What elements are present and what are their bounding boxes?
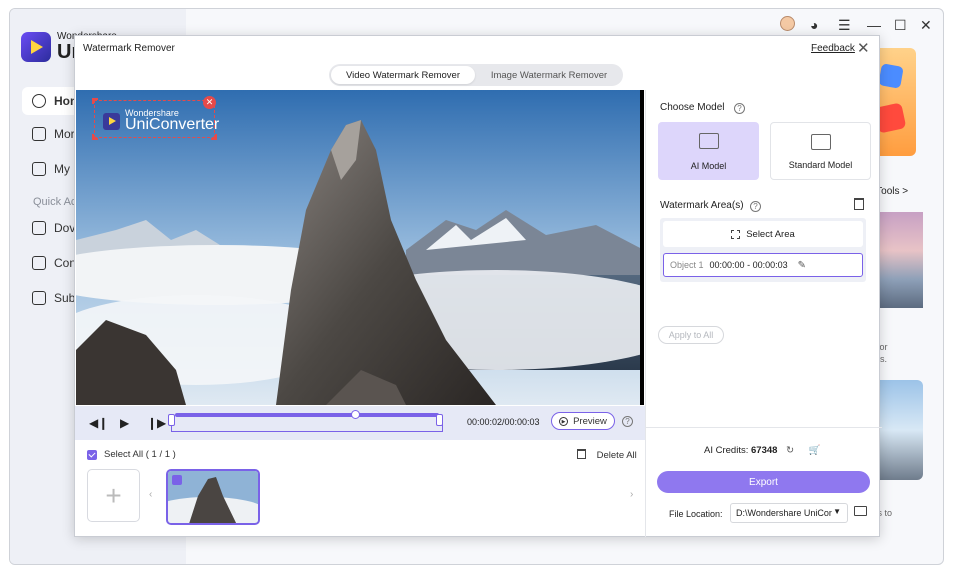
add-file-button[interactable]: +: [87, 469, 140, 522]
select-area-button[interactable]: Select Area: [663, 221, 863, 247]
sidebar-item-label: Mor: [54, 127, 75, 141]
divider: [646, 427, 882, 428]
watermark-remover-dialog: Watermark Remover Feedback ✕ Video Water…: [74, 35, 882, 537]
file-location-value: D:\Wondershare UniCor: [736, 508, 832, 518]
timeline-track[interactable]: [175, 410, 439, 419]
checkbox-checked-icon: [87, 449, 97, 460]
playhead[interactable]: [351, 410, 360, 419]
resize-handle[interactable]: [211, 134, 217, 140]
trim-range: [171, 420, 443, 432]
help-icon[interactable]: ?: [622, 416, 633, 427]
remove-selection-icon[interactable]: ✕: [203, 96, 216, 109]
help-icon[interactable]: ?: [734, 103, 745, 114]
toolbox-icon: [32, 127, 46, 141]
file-location-select[interactable]: D:\Wondershare UniCor ▼: [730, 503, 848, 523]
menu-icon[interactable]: ☰: [838, 17, 851, 34]
watermark-area-label: Watermark Area(s): [660, 200, 744, 211]
next-frame-icon[interactable]: ❙▶: [147, 416, 166, 430]
trim-start-handle[interactable]: [168, 414, 175, 426]
ai-model-option[interactable]: AI Model: [658, 122, 759, 180]
promo-blue-icon: [878, 63, 904, 89]
standard-model-label: Standard Model: [788, 160, 853, 170]
refresh-icon[interactable]: ↻: [786, 445, 794, 456]
ai-credits-value: 67348: [751, 445, 778, 456]
tab-image-watermark[interactable]: Image Watermark Remover: [477, 66, 621, 84]
file-icon: [32, 162, 46, 176]
chevron-down-icon: ▼: [833, 507, 841, 516]
object-label: Object 1: [670, 260, 704, 270]
preview-play-icon: ▶: [559, 416, 569, 426]
sidebar-item-label: Sub: [54, 291, 76, 305]
object-row[interactable]: Object 1 00:00:00 - 00:00:03 ✎: [663, 253, 863, 277]
cart-icon[interactable]: 🛒: [809, 445, 821, 456]
tab-video-watermark[interactable]: Video Watermark Remover: [331, 66, 475, 84]
export-button[interactable]: Export: [657, 471, 870, 493]
preview-button[interactable]: ▶ Preview: [551, 412, 615, 430]
resize-handle[interactable]: [92, 98, 98, 104]
select-area-icon: [731, 229, 741, 239]
sidebar-item-label: Dov: [54, 221, 76, 235]
trash-icon: [577, 449, 586, 459]
edit-icon[interactable]: ✎: [798, 260, 806, 271]
thumbnail-check-icon[interactable]: [172, 475, 182, 485]
watermark-selection-box[interactable]: Wondershare UniConverter ✕: [92, 96, 219, 140]
scroll-left-icon[interactable]: ‹: [149, 489, 152, 500]
file-thumbnail[interactable]: [166, 469, 260, 525]
sidebar-item-label: Con: [54, 256, 77, 270]
apply-to-all-button[interactable]: Apply to All: [658, 326, 724, 344]
watermark-logo-icon: [103, 113, 120, 130]
subtitle-icon: [32, 291, 46, 305]
trim-end-handle[interactable]: [436, 414, 443, 426]
delete-all-button[interactable]: Delete All: [577, 449, 637, 461]
scroll-right-icon[interactable]: ›: [630, 489, 633, 500]
timecode: 00:00:02/00:00:03: [467, 417, 540, 427]
select-all-label: Select All ( 1 / 1 ): [104, 449, 176, 460]
select-area-label: Select Area: [746, 228, 795, 240]
trash-icon[interactable]: [854, 198, 864, 210]
select-all-checkbox[interactable]: Select All ( 1 / 1 ): [87, 449, 176, 460]
mode-switch: Video Watermark Remover Image Watermark …: [329, 64, 623, 86]
maximize-icon[interactable]: ☐: [894, 17, 907, 34]
video-preview[interactable]: Wondershare UniConverter ✕: [76, 90, 644, 405]
previous-frame-icon[interactable]: ◀​❙: [89, 416, 108, 430]
watermark-area-list: Select Area Object 1 00:00:00 - 00:00:03…: [660, 218, 866, 282]
app-logo: [21, 32, 51, 62]
ai-model-label: AI Model: [690, 161, 727, 171]
delete-all-label: Delete All: [596, 450, 637, 461]
object-time-range: 00:00:00 - 00:00:03: [709, 260, 788, 270]
ai-model-icon: [698, 133, 719, 149]
watermark-brand-big: UniConverter: [125, 116, 220, 133]
dialog-title: Watermark Remover: [83, 43, 175, 54]
preview-label: Preview: [573, 415, 607, 427]
ai-credits: AI Credits: 67348 ↻ 🛒: [704, 445, 821, 456]
playback-controls: ◀​❙ ▶ ❙▶ 00:00:02/00:00:03 ▶ Preview ?: [75, 406, 645, 440]
choose-model-label: Choose Model: [660, 102, 725, 113]
ai-credits-label: AI Credits:: [704, 445, 749, 456]
resize-handle[interactable]: [92, 134, 98, 140]
headset-icon[interactable]: ◕: [810, 17, 818, 33]
convert-icon: [32, 256, 46, 270]
file-location-label: File Location:: [669, 509, 723, 519]
help-icon[interactable]: ?: [750, 201, 761, 212]
standard-model-option[interactable]: Standard Model: [770, 122, 871, 180]
sidebar-item-label: My: [54, 162, 70, 176]
minimize-icon[interactable]: —: [867, 17, 881, 33]
quick-access-label: Quick Ac: [33, 196, 77, 208]
settings-panel: Choose Model ? AI Model Standard Model W…: [645, 90, 882, 537]
play-icon[interactable]: ▶: [120, 416, 129, 430]
folder-icon[interactable]: [854, 506, 867, 516]
avatar[interactable]: [780, 16, 795, 31]
feedback-link[interactable]: Feedback: [811, 43, 855, 54]
standard-model-icon: [810, 134, 831, 150]
close-icon[interactable]: ✕: [857, 39, 870, 57]
home-icon: [32, 94, 46, 108]
download-icon: [32, 221, 46, 235]
close-window-icon[interactable]: ✕: [920, 17, 932, 34]
